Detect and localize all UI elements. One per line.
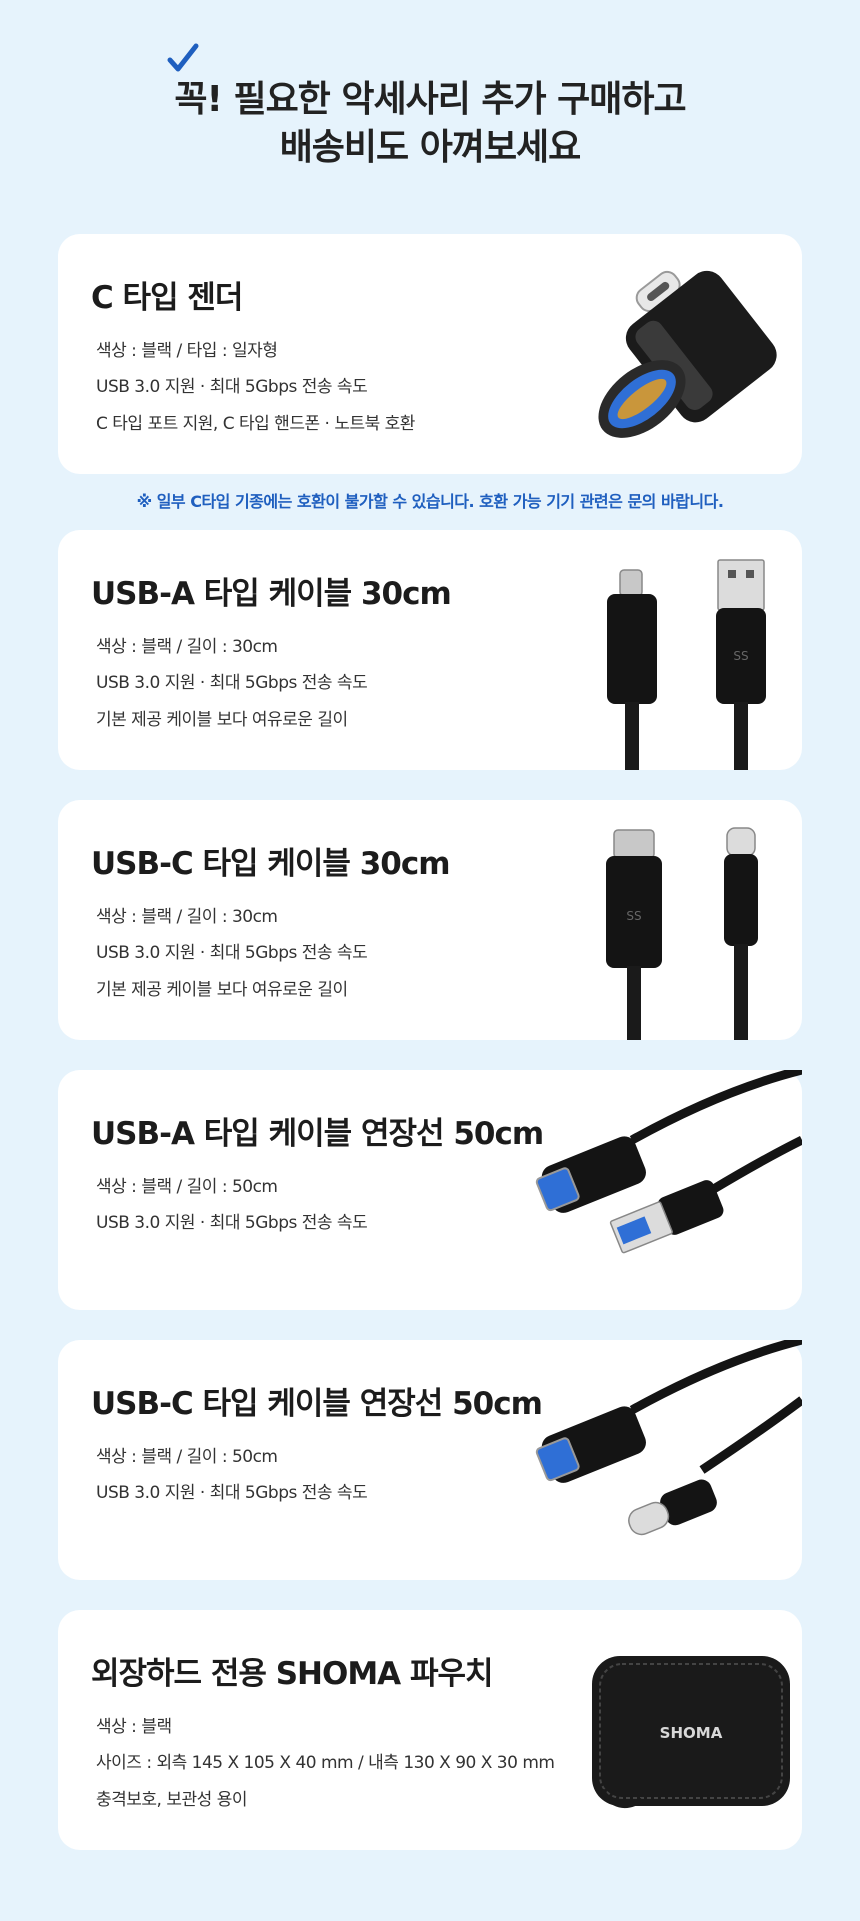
- product-title: USB-C 타입 케이블 30cm: [91, 846, 451, 882]
- usb-c-extension-image: [535, 1340, 802, 1536]
- product-spec: USB 3.0 지원 · 최대 5Gbps 전송 속도: [96, 1213, 368, 1233]
- page-header: 꼭! 필요한 악세사리 추가 구매하고 배송비도 아껴보세요: [0, 0, 860, 200]
- product-spec: USB 3.0 지원 · 최대 5Gbps 전송 속도: [96, 943, 368, 963]
- product-card-usb-a-cable[interactable]: USB-A 타입 케이블 30cm 색상 : 블랙 / 길이 : 30cm US…: [58, 530, 802, 770]
- product-spec: 충격보호, 보관성 용이: [96, 1790, 247, 1810]
- product-card-c-gender[interactable]: C 타입 젠더 색상 : 블랙 / 타입 : 일자형 USB 3.0 지원 · …: [58, 234, 802, 474]
- usb-c-cable-image: SS: [606, 827, 758, 1040]
- product-title: 외장하드 전용 SHOMA 파우치: [91, 1656, 494, 1692]
- product-spec: 색상 : 블랙 / 길이 : 50cm: [96, 1177, 278, 1197]
- usb-a-extension-image: [535, 1070, 802, 1254]
- product-spec: 기본 제공 케이블 보다 여유로운 길이: [96, 710, 348, 730]
- product-title: USB-A 타입 케이블 30cm: [91, 576, 452, 612]
- product-title: USB-A 타입 케이블 연장선 50cm: [91, 1116, 544, 1152]
- product-spec: 색상 : 블랙 / 길이 : 30cm: [96, 637, 278, 657]
- svg-text:SS: SS: [626, 909, 641, 923]
- product-spec: 사이즈 : 외측 145 X 105 X 40 mm / 내측 130 X 90…: [96, 1753, 555, 1773]
- product-card-usb-c-extension[interactable]: USB-C 타입 케이블 연장선 50cm 색상 : 블랙 / 길이 : 50c…: [58, 1340, 802, 1580]
- pouch-logo-text: SHOMA: [660, 1724, 723, 1742]
- product-spec: 기본 제공 케이블 보다 여유로운 길이: [96, 980, 348, 1000]
- usb-c-adapter-image: [598, 270, 777, 438]
- product-spec: 색상 : 블랙: [96, 1717, 172, 1737]
- product-spec: 색상 : 블랙 / 타입 : 일자형: [96, 341, 278, 361]
- svg-text:SS: SS: [733, 649, 748, 663]
- headline-line-1: 꼭! 필요한 악세사리 추가 구매하고: [174, 79, 686, 120]
- usb-a-cable-image: SS: [607, 559, 766, 770]
- product-card-usb-c-cable[interactable]: USB-C 타입 케이블 30cm 색상 : 블랙 / 길이 : 30cm US…: [58, 800, 802, 1040]
- product-card-usb-a-extension[interactable]: USB-A 타입 케이블 연장선 50cm 색상 : 블랙 / 길이 : 50c…: [58, 1070, 802, 1310]
- product-title: C 타입 젠더: [91, 280, 243, 316]
- compatibility-notice: ※ 일부 C타입 기종에는 호환이 불가할 수 있습니다. 호환 가능 기기 관…: [136, 492, 724, 511]
- product-spec: C 타입 포트 지원, C 타입 핸드폰 · 노트북 호환: [96, 414, 415, 434]
- product-card-shoma-pouch[interactable]: 외장하드 전용 SHOMA 파우치 색상 : 블랙 사이즈 : 외측 145 X…: [58, 1610, 802, 1850]
- headline-line-2: 배송비도 아껴보세요: [279, 127, 582, 168]
- product-title: USB-C 타입 케이블 연장선 50cm: [91, 1386, 543, 1422]
- product-spec: 색상 : 블랙 / 길이 : 50cm: [96, 1447, 278, 1467]
- shoma-pouch-image: SHOMA: [592, 1656, 790, 1809]
- product-spec: USB 3.0 지원 · 최대 5Gbps 전송 속도: [96, 673, 368, 693]
- product-spec: USB 3.0 지원 · 최대 5Gbps 전송 속도: [96, 377, 368, 397]
- product-spec: USB 3.0 지원 · 최대 5Gbps 전송 속도: [96, 1483, 368, 1503]
- product-spec: 색상 : 블랙 / 길이 : 30cm: [96, 907, 278, 927]
